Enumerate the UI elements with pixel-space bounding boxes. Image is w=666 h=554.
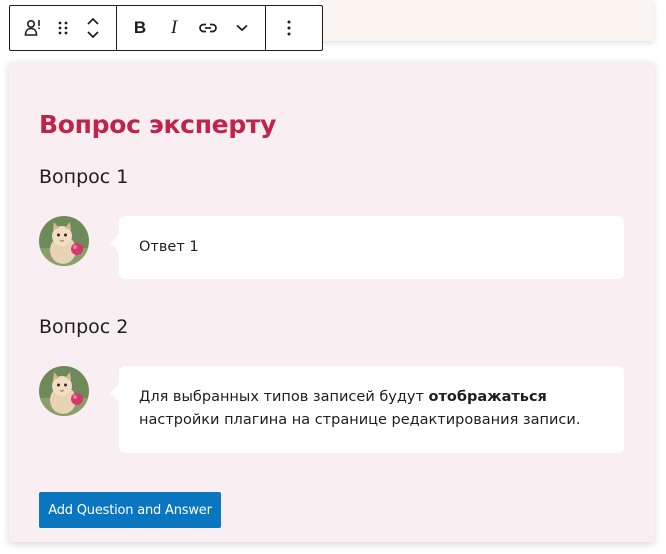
editor-canvas: B I Вопрос эксперту Вопрос 1 Ответ 1 Воп… — [0, 0, 666, 554]
block-toolbar: B I — [9, 5, 323, 51]
add-question-button[interactable]: Add Question and Answer — [39, 492, 221, 528]
link-icon[interactable] — [191, 6, 225, 50]
chevron-down-icon[interactable] — [225, 6, 259, 50]
avatar — [39, 216, 89, 266]
answer-2-text: Для выбранных типов записей будут — [139, 389, 429, 405]
move-arrows-icon[interactable] — [76, 6, 110, 50]
answer-1-text: Ответ 1 — [139, 239, 199, 255]
toolbar-group-format: B I — [116, 6, 265, 50]
bold-button[interactable]: B — [123, 6, 157, 50]
question-2[interactable]: Вопрос 2 — [39, 316, 128, 338]
block-type-icon[interactable] — [16, 6, 50, 50]
toolbar-group-block — [10, 6, 116, 50]
question-1[interactable]: Вопрос 1 — [39, 166, 128, 188]
italic-button[interactable]: I — [157, 6, 191, 50]
block-title[interactable]: Вопрос эксперту — [39, 110, 276, 139]
answer-1[interactable]: Ответ 1 — [110, 216, 624, 279]
previous-block[interactable] — [320, 0, 654, 41]
avatar — [39, 366, 89, 416]
more-vertical-icon[interactable] — [272, 6, 306, 50]
drag-handle-icon[interactable] — [50, 6, 76, 50]
answer-2-text-end: настройки плагина на странице редактиров… — [139, 412, 581, 428]
answer-2[interactable]: Для выбранных типов записей будут отобра… — [110, 366, 624, 453]
answer-2-bold-text: отображаться — [428, 389, 547, 405]
toolbar-group-options — [265, 6, 312, 50]
expert-question-block[interactable]: Вопрос эксперту Вопрос 1 Ответ 1 Вопрос … — [9, 62, 654, 542]
